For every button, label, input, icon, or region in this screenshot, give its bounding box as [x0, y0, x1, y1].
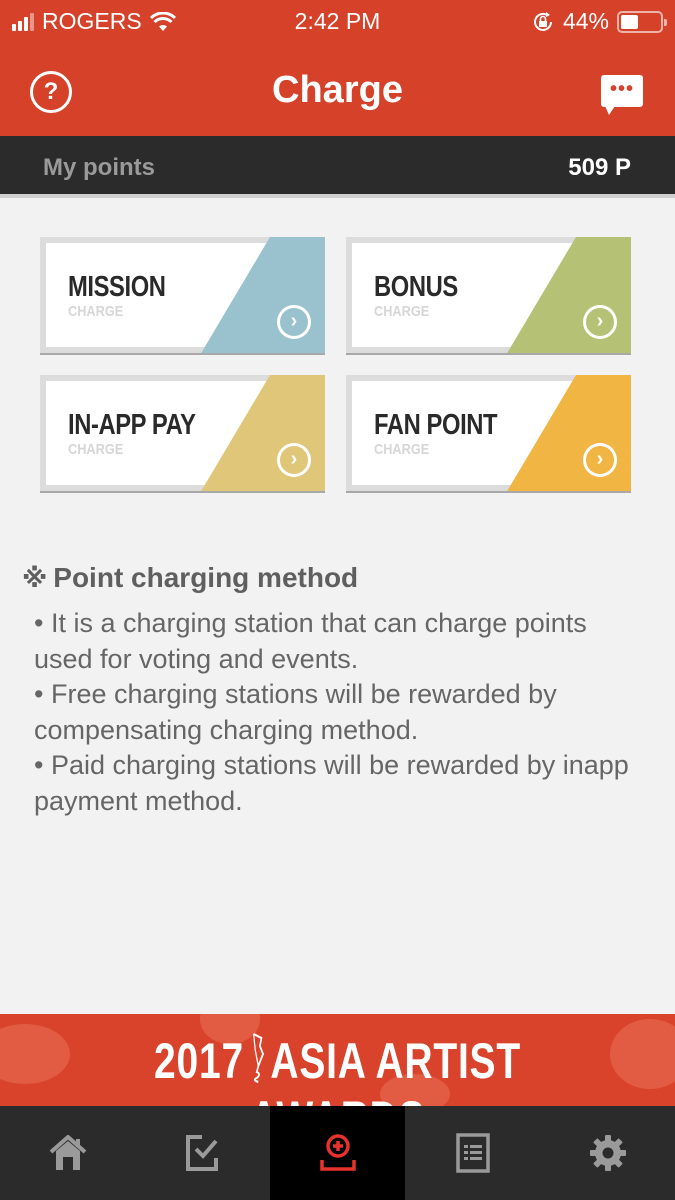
- my-points-value: 509 P: [568, 154, 631, 181]
- my-points-label: My points: [43, 154, 155, 181]
- mission-charge-card[interactable]: MISSION CHARGE ›: [40, 237, 325, 355]
- home-icon: [49, 1135, 86, 1170]
- checkbox-icon: [185, 1135, 218, 1171]
- chat-bubble-icon: •••: [609, 78, 634, 100]
- page-title: Charge: [272, 69, 403, 111]
- info-line: • It is a charging station that can char…: [34, 608, 587, 674]
- card-subtitle: CHARGE: [374, 303, 430, 320]
- battery-fill: [621, 14, 638, 29]
- card-subtitle: CHARGE: [374, 441, 430, 458]
- charge-plus-icon: [319, 1134, 356, 1171]
- battery-icon: [617, 10, 667, 33]
- asia-artist-awards-banner[interactable]: 2017 ASIA ARTIST AWARDS: [0, 1014, 675, 1106]
- chevron-right-circle-icon: ›: [277, 305, 311, 339]
- list-document-icon: [455, 1133, 490, 1173]
- info-line: • Paid charging stations will be rewarde…: [34, 750, 629, 816]
- status-right: 44%: [531, 8, 667, 35]
- tab-vote[interactable]: [135, 1106, 270, 1200]
- banner-splash-decoration: [610, 1019, 675, 1089]
- card-title: FAN POINT: [374, 409, 498, 441]
- rotation-lock-icon: [533, 11, 552, 31]
- tab-list[interactable]: [405, 1106, 540, 1200]
- tab-settings[interactable]: [540, 1106, 675, 1200]
- chevron-right-circle-icon: ›: [277, 443, 311, 477]
- my-points-bar: My points 509 P: [0, 136, 675, 198]
- gear-icon: [589, 1135, 626, 1171]
- chevron-right-circle-icon: ›: [583, 443, 617, 477]
- bonus-charge-card[interactable]: BONUS CHARGE ›: [346, 237, 631, 355]
- banner-text: 2017 ASIA ARTIST AWARDS: [74, 1032, 601, 1106]
- reference-mark-icon: ※: [22, 562, 48, 593]
- banner-splash-decoration: [0, 1024, 70, 1084]
- tab-home[interactable]: [0, 1106, 135, 1200]
- card-title: MISSION: [68, 271, 166, 303]
- card-title: BONUS: [374, 271, 458, 303]
- info-heading-text: Point charging method: [53, 562, 359, 593]
- banner-year: 2017: [154, 1033, 244, 1089]
- fan-point-charge-card[interactable]: FAN POINT CHARGE ›: [346, 375, 631, 493]
- info-body: • It is a charging station that can char…: [22, 606, 652, 819]
- banner-title: ASIA ARTIST AWARDS: [250, 1033, 521, 1106]
- info-heading: ※ Point charging method: [22, 562, 652, 594]
- status-bar: ROGERS 2:42 PM 44%: [0, 0, 675, 45]
- app-header: ? Charge •••: [0, 45, 675, 136]
- chat-button[interactable]: •••: [601, 75, 643, 115]
- bottom-tab-bar: [0, 1106, 675, 1200]
- tab-charge[interactable]: [270, 1106, 405, 1200]
- charging-method-info: ※ Point charging method • It is a chargi…: [22, 562, 652, 819]
- card-subtitle: CHARGE: [68, 441, 124, 458]
- chevron-right-circle-icon: ›: [583, 305, 617, 339]
- charge-screen: ROGERS 2:42 PM 44% ? Charge ••• My point…: [0, 0, 675, 1200]
- battery-percent: 44%: [562, 8, 609, 34]
- card-subtitle: CHARGE: [68, 303, 124, 320]
- in-app-pay-charge-card[interactable]: IN-APP PAY CHARGE ›: [40, 375, 325, 493]
- info-line: • Free charging stations will be rewarde…: [34, 679, 557, 745]
- trophy-icon: [252, 1032, 264, 1084]
- card-title: IN-APP PAY: [68, 409, 196, 441]
